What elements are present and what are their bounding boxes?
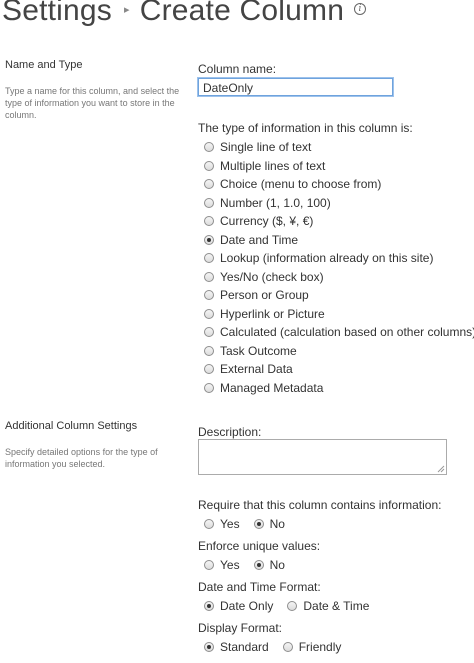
type-option-label: Hyperlink or Picture	[220, 306, 325, 321]
type-radio[interactable]	[204, 234, 214, 245]
type-option[interactable]: Hyperlink or Picture	[204, 305, 474, 324]
description-textarea[interactable]	[198, 439, 447, 475]
format-date-time-label: Date & Time	[303, 599, 370, 613]
type-option[interactable]: Date and Time	[204, 231, 474, 250]
type-radio[interactable]	[204, 364, 214, 375]
type-radio[interactable]	[204, 290, 214, 301]
type-option-label: Choice (menu to choose from)	[220, 177, 382, 192]
unique-no-label: No	[269, 558, 285, 572]
unique-yes-label: Yes	[220, 558, 240, 572]
require-no-radio[interactable]	[253, 519, 264, 529]
format-date-only-radio[interactable]	[204, 601, 214, 611]
type-option[interactable]: Calculated (calculation based on other c…	[204, 323, 474, 342]
require-yes-option[interactable]: Yes	[204, 517, 240, 531]
type-option-label: Date and Time	[220, 232, 299, 247]
type-option-label: Multiple lines of text	[220, 158, 326, 173]
description-label: Description:	[198, 425, 262, 439]
type-radio[interactable]	[204, 327, 214, 338]
type-radio[interactable]	[204, 142, 214, 153]
type-option[interactable]: Multiple lines of text	[204, 157, 474, 176]
type-option[interactable]: Currency ($, ¥, €)	[204, 212, 474, 231]
require-radio-group: Yes No	[204, 517, 299, 531]
type-radio[interactable]	[204, 216, 214, 227]
display-radio-group: Standard Friendly	[204, 640, 355, 654]
name-type-description: Type a name for this column, and select …	[5, 86, 180, 120]
format-date-time-option[interactable]: Date & Time	[287, 599, 369, 613]
type-radio[interactable]	[204, 271, 214, 282]
format-label: Date and Time Format:	[198, 580, 321, 594]
type-option-label: Person or Group	[220, 288, 309, 303]
display-label: Display Format:	[198, 621, 283, 635]
display-standard-label: Standard	[220, 640, 269, 654]
type-radio[interactable]	[204, 197, 214, 208]
require-yes-radio[interactable]	[204, 519, 214, 529]
type-option-label: Single line of text	[220, 140, 312, 155]
format-date-only-label: Date Only	[220, 599, 274, 613]
require-label: Require that this column contains inform…	[198, 498, 442, 512]
column-name-input[interactable]: DateOnly	[198, 78, 393, 96]
require-yes-label: Yes	[220, 517, 240, 531]
unique-label: Enforce unique values:	[198, 539, 321, 553]
type-option-label: Currency ($, ¥, €)	[220, 214, 314, 229]
type-radio[interactable]	[204, 179, 214, 190]
type-option-label: Task Outcome	[220, 343, 297, 358]
display-standard-option[interactable]: Standard	[204, 640, 269, 654]
unique-no-option[interactable]: No	[253, 558, 285, 572]
type-radio[interactable]	[204, 345, 214, 356]
type-option-label: Calculated (calculation based on other c…	[220, 325, 474, 340]
display-friendly-radio[interactable]	[282, 642, 293, 652]
type-option[interactable]: Choice (menu to choose from)	[204, 175, 474, 194]
additional-settings-description: Specify detailed options for the type of…	[5, 447, 158, 469]
unique-radio-group: Yes No	[204, 558, 299, 572]
breadcrumb-separator-icon: ▸	[124, 3, 130, 16]
type-option[interactable]: Person or Group	[204, 286, 474, 305]
type-label: The type of information in this column i…	[198, 121, 413, 135]
unique-no-radio[interactable]	[253, 560, 264, 570]
type-radio[interactable]	[204, 160, 214, 171]
type-option[interactable]: Task Outcome	[204, 342, 474, 361]
display-friendly-option[interactable]: Friendly	[282, 640, 342, 654]
column-name-label: Column name:	[198, 62, 277, 76]
type-radio[interactable]	[204, 382, 214, 393]
type-option[interactable]: Lookup (information already on this site…	[204, 249, 474, 268]
type-option[interactable]: Single line of text	[204, 138, 474, 157]
additional-settings-heading: Additional Column Settings	[5, 420, 138, 432]
type-option-label: Managed Metadata	[220, 380, 324, 395]
type-option[interactable]: Number (1, 1.0, 100)	[204, 194, 474, 213]
format-radio-group: Date Only Date & Time	[204, 599, 383, 613]
format-date-only-option[interactable]: Date Only	[204, 599, 273, 613]
type-radio[interactable]	[204, 253, 214, 264]
page-header: Settings ▸ Create Column i	[2, 0, 367, 28]
type-option[interactable]: Yes/No (check box)	[204, 268, 474, 287]
type-option[interactable]: External Data	[204, 360, 474, 379]
display-standard-radio[interactable]	[204, 642, 214, 652]
type-option[interactable]: Managed Metadata	[204, 379, 474, 398]
resize-grip-icon[interactable]	[437, 465, 445, 473]
display-friendly-label: Friendly	[298, 640, 342, 654]
format-date-time-radio[interactable]	[287, 601, 298, 611]
info-icon[interactable]: i	[354, 3, 367, 16]
type-option-label: External Data	[220, 362, 293, 377]
unique-yes-option[interactable]: Yes	[204, 558, 240, 572]
type-radio-list: Single line of text Multiple lines of tex…	[204, 138, 474, 397]
breadcrumb-settings-link[interactable]: Settings	[2, 0, 112, 27]
require-no-option[interactable]: No	[253, 517, 285, 531]
type-option-label: Lookup (information already on this site…	[220, 251, 434, 266]
type-option-label: Yes/No (check box)	[220, 269, 324, 284]
page-title: Create Column	[139, 0, 345, 27]
type-radio[interactable]	[204, 308, 214, 319]
require-no-label: No	[269, 517, 285, 531]
unique-yes-radio[interactable]	[204, 560, 214, 570]
type-option-label: Number (1, 1.0, 100)	[220, 195, 331, 210]
name-type-heading: Name and Type	[5, 59, 83, 71]
